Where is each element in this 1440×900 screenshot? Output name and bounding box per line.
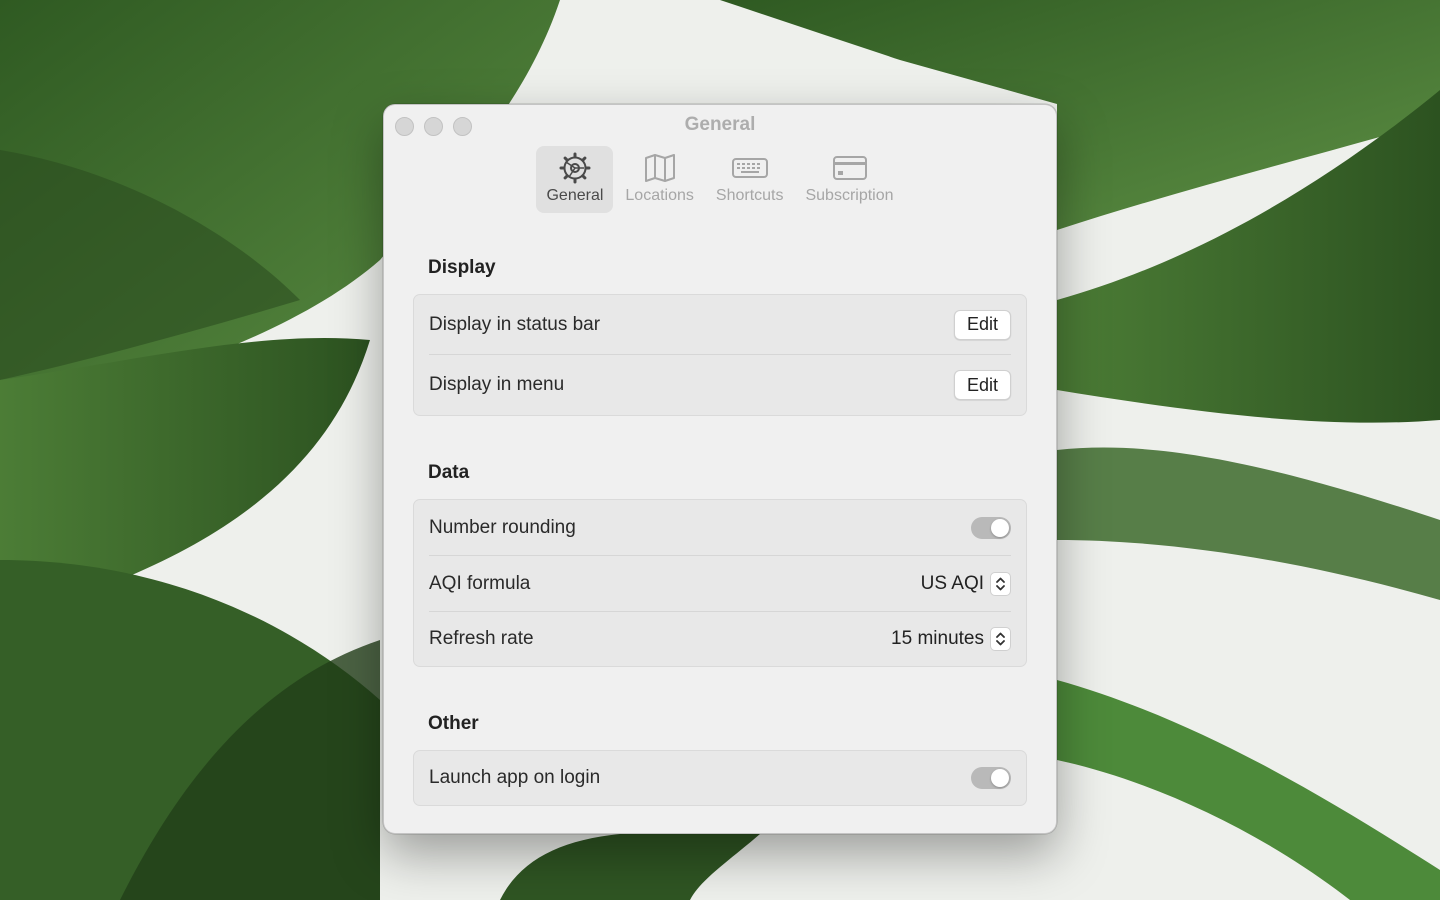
- toggle-knob: [991, 769, 1009, 787]
- other-group: Launch app on login: [413, 750, 1027, 806]
- edit-status-bar-button[interactable]: Edit: [953, 309, 1011, 340]
- launch-on-login-toggle[interactable]: [971, 767, 1011, 789]
- tab-label: General: [546, 187, 604, 204]
- refresh-label: Refresh rate: [429, 628, 534, 649]
- display-group: Display in status bar Edit Display in me…: [413, 294, 1027, 416]
- launch-label: Launch app on login: [429, 767, 601, 788]
- settings-content: Display Display in status bar Edit Displ…: [413, 255, 1027, 806]
- menu-label: Display in menu: [429, 374, 565, 395]
- tab-shortcuts[interactable]: Shortcuts: [706, 146, 794, 213]
- tab-label: Subscription: [805, 187, 894, 204]
- status-bar-label: Display in status bar: [429, 313, 601, 335]
- chevron-up-down-icon: [990, 571, 1011, 596]
- row-refresh-rate: Refresh rate 15 minutes: [429, 612, 1011, 666]
- rounding-label: Number rounding: [429, 516, 576, 538]
- keyboard-icon: [731, 158, 768, 178]
- map-icon: [644, 154, 675, 182]
- refresh-rate-select[interactable]: 15 minutes: [891, 627, 1011, 651]
- window-title: General: [684, 114, 756, 135]
- settings-window: General General Locations Shortcuts Subs…: [383, 104, 1057, 834]
- section-heading-other: Other: [428, 713, 479, 734]
- tab-locations[interactable]: Locations: [615, 146, 704, 213]
- row-launch-on-login: Launch app on login: [429, 751, 1011, 805]
- tab-label: Locations: [625, 187, 694, 204]
- tab-general[interactable]: General: [536, 146, 614, 213]
- section-heading-data: Data: [428, 462, 470, 483]
- aqi-value: US AQI: [920, 572, 984, 594]
- toggle-knob: [991, 518, 1009, 537]
- tab-subscription[interactable]: Subscription: [795, 146, 903, 213]
- row-aqi-formula: AQI formula US AQI: [429, 556, 1011, 612]
- row-number-rounding: Number rounding: [429, 500, 1011, 556]
- credit-card-icon: [832, 156, 867, 180]
- row-display-menu: Display in menu Edit: [429, 355, 1011, 415]
- preferences-toolbar: General Locations Shortcuts Subscription: [384, 146, 1056, 213]
- data-group: Number rounding AQI formula US AQI Refre…: [413, 499, 1027, 667]
- gear-icon: [559, 152, 591, 184]
- row-display-status-bar: Display in status bar Edit: [429, 295, 1011, 355]
- tab-label: Shortcuts: [715, 187, 784, 204]
- number-rounding-toggle[interactable]: [971, 516, 1011, 539]
- aqi-formula-select[interactable]: US AQI: [920, 571, 1011, 596]
- section-heading-display: Display: [428, 257, 496, 278]
- refresh-value: 15 minutes: [891, 628, 984, 649]
- edit-menu-button[interactable]: Edit: [953, 370, 1011, 400]
- aqi-label: AQI formula: [429, 572, 531, 594]
- chevron-up-down-icon: [990, 627, 1011, 651]
